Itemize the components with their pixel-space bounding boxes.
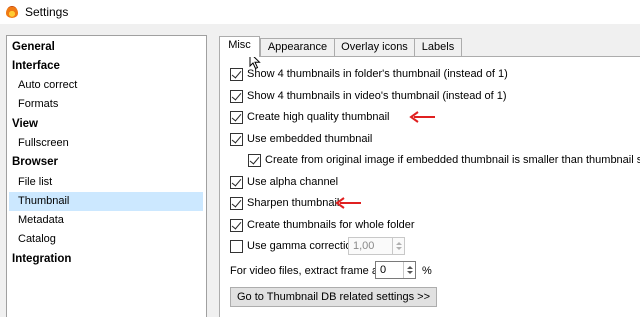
option-label: Create thumbnails for whole folder [247,219,415,231]
checkbox[interactable] [248,153,261,167]
option-4-thumbs-folder[interactable]: Show 4 thumbnails in folder's thumbnail … [230,66,508,82]
video-frame-row: For video files, extract frame at [230,263,381,279]
tree-item-view[interactable]: View [12,115,38,134]
checkbox[interactable] [230,196,243,210]
spinner-buttons[interactable] [403,262,415,278]
option-label: Use alpha channel [247,176,339,188]
tab-misc[interactable]: Misc [219,36,260,57]
option-create-from-original[interactable]: Create from original image if embedded t… [248,152,640,168]
video-frame-spinner[interactable]: 0 [375,261,416,279]
tree-item-general[interactable]: General [12,38,55,57]
checkbox[interactable] [230,89,243,103]
spinner-buttons[interactable] [392,238,404,254]
option-use-alpha-channel[interactable]: Use alpha channel [230,174,338,190]
window-title: Settings [25,5,69,19]
annotation-arrow-icon [409,111,435,123]
tree-item-auto-correct[interactable]: Auto correct [18,76,77,95]
checkbox[interactable] [230,239,243,253]
spin-up-icon[interactable] [395,242,402,245]
gamma-value-spinner[interactable]: 1,00 [348,237,405,255]
option-4-thumbs-video[interactable]: Show 4 thumbnails in video's thumbnail (… [230,88,507,104]
option-label: Show 4 thumbnails in video's thumbnail (… [247,90,507,102]
tree-item-formats[interactable]: Formats [18,95,58,114]
annotation-arrow-icon [335,197,361,209]
settings-tree[interactable]: General Interface Auto correct Formats V… [6,35,207,317]
option-sharpen-thumbnail[interactable]: Sharpen thumbnail [230,195,339,211]
option-label: Create high quality thumbnail [247,111,390,123]
option-label: Use embedded thumbnail [247,133,373,145]
option-use-gamma-correction[interactable]: Use gamma correction [230,238,358,254]
tree-item-interface[interactable]: Interface [12,57,60,76]
option-use-embedded-thumbnail[interactable]: Use embedded thumbnail [230,131,372,147]
tree-item-metadata[interactable]: Metadata [18,211,64,230]
app-flame-icon [5,5,19,19]
thumbnail-db-settings-button[interactable]: Go to Thumbnail DB related settings >> [230,287,438,307]
tree-item-catalog[interactable]: Catalog [18,230,56,249]
spin-down-icon[interactable] [406,271,413,274]
checkbox[interactable] [230,67,243,81]
tree-item-integration[interactable]: Integration [12,250,71,269]
option-label: Create from original image if embedded t… [265,154,640,166]
tab-appearance[interactable]: Appearance [260,38,335,56]
tree-item-thumbnail[interactable]: Thumbnail [9,192,203,211]
tree-item-browser[interactable]: Browser [12,153,58,172]
misc-tab-page: Show 4 thumbnails in folder's thumbnail … [219,56,640,317]
spin-down-icon[interactable] [395,247,402,250]
video-frame-label: For video files, extract frame at [230,265,381,277]
checkbox[interactable] [230,218,243,232]
tree-item-fullscreen[interactable]: Fullscreen [18,134,69,153]
option-thumbnails-whole-folder[interactable]: Create thumbnails for whole folder [230,217,415,233]
option-label: Sharpen thumbnail [247,197,340,209]
tree-item-file-list[interactable]: File list [18,173,52,192]
video-frame-value: 0 [380,264,387,276]
tab-overlay-icons[interactable]: Overlay icons [334,38,415,56]
option-label: Use gamma correction [247,240,358,252]
spin-up-icon[interactable] [406,266,413,269]
video-frame-unit: % [422,265,432,277]
option-high-quality-thumbnail[interactable]: Create high quality thumbnail [230,109,389,125]
checkbox[interactable] [230,132,243,146]
checkbox[interactable] [230,110,243,124]
gamma-value: 1,00 [353,240,375,252]
checkbox[interactable] [230,175,243,189]
tab-labels[interactable]: Labels [414,38,462,56]
video-frame-unit-row: % [422,263,432,279]
option-label: Show 4 thumbnails in folder's thumbnail … [247,68,508,80]
title-bar: Settings [0,0,640,24]
